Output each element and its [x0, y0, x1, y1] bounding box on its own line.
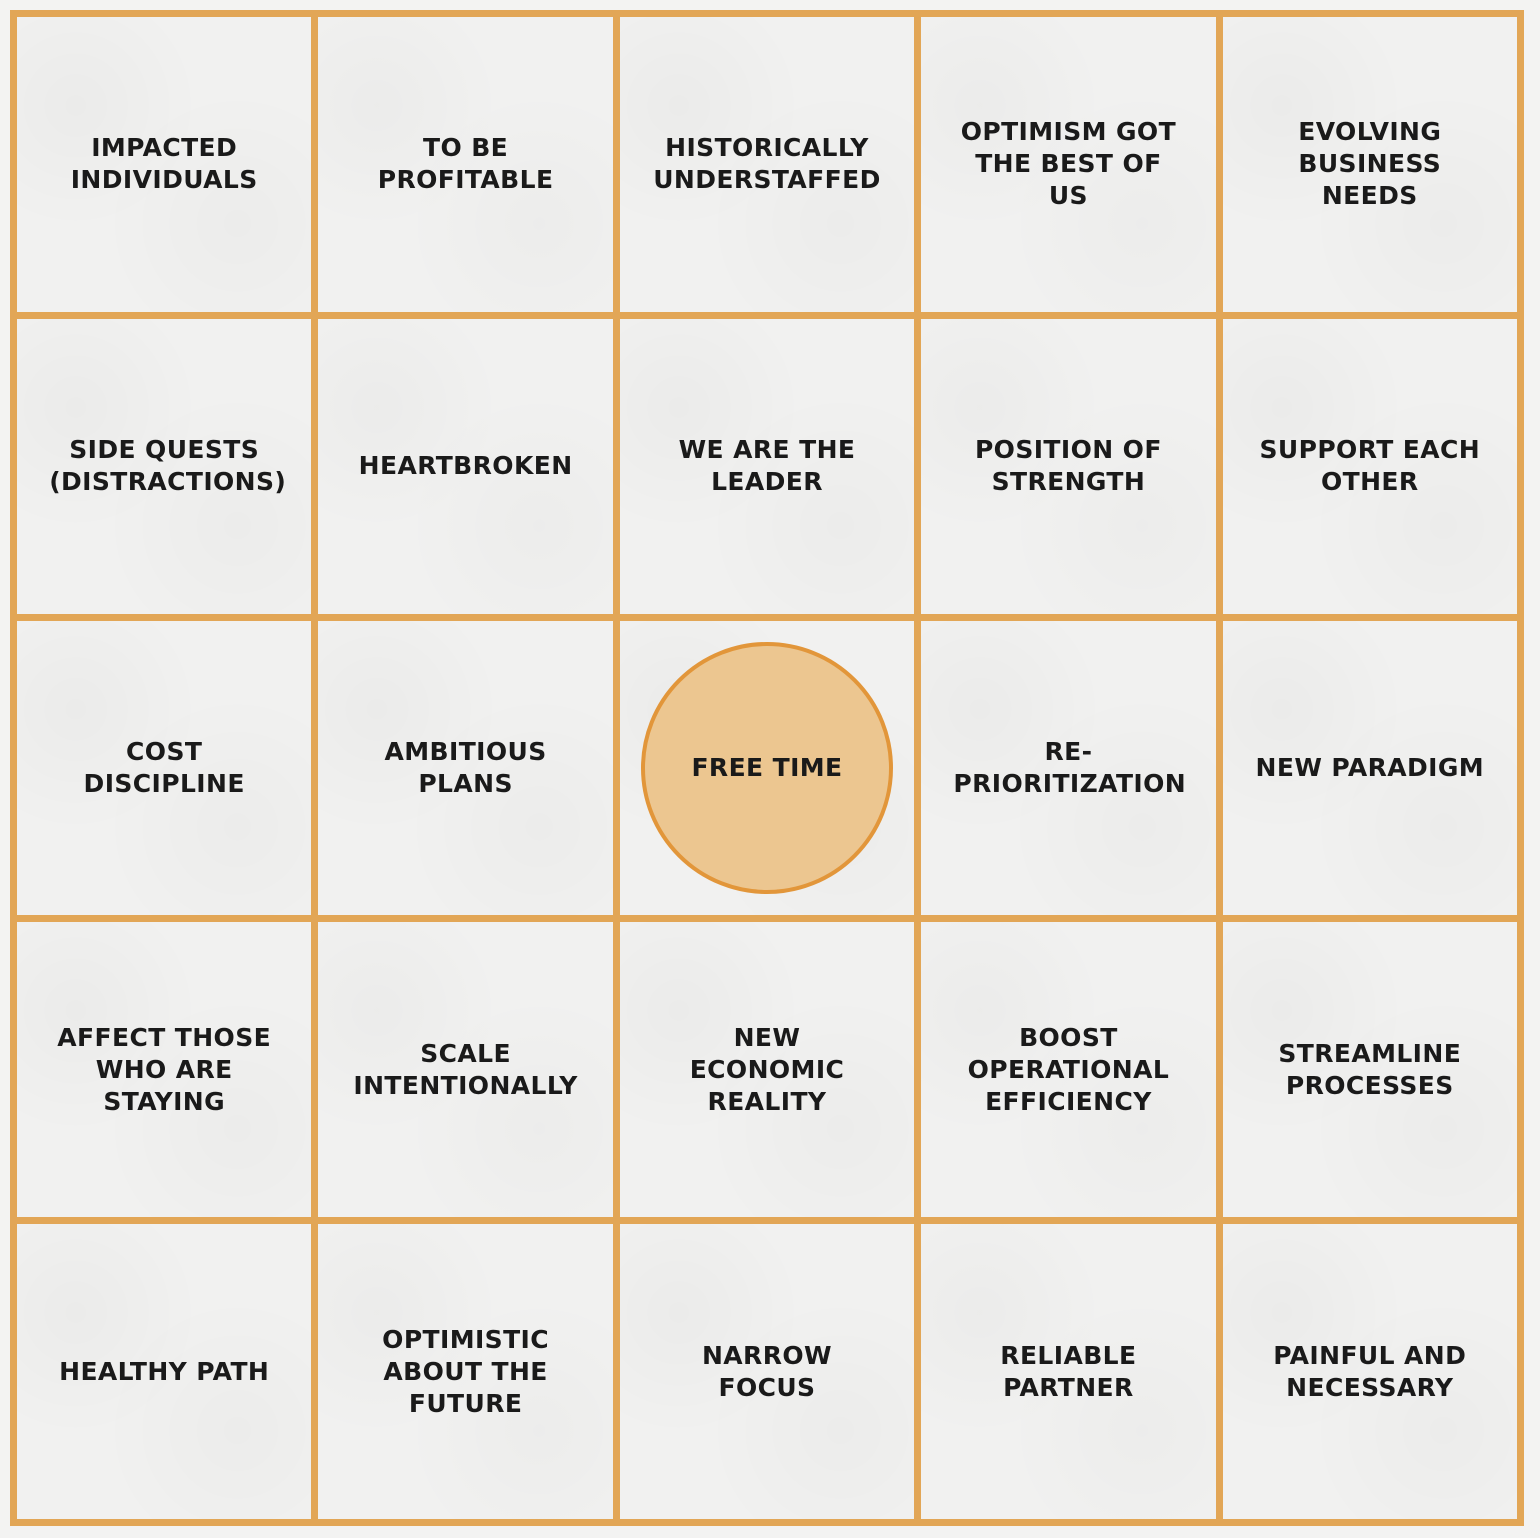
- bingo-cell-label: RELIABLE PARTNER: [1000, 1340, 1137, 1402]
- bingo-cell[interactable]: PAINFUL AND NECESSARY: [1222, 1224, 1517, 1519]
- bingo-cell-label: WE ARE THE LEADER: [678, 435, 856, 497]
- bingo-cell-label: POSITION OF STRENGTH: [974, 435, 1162, 497]
- bingo-cell[interactable]: STREAMLINE PROCESSES: [1222, 922, 1517, 1218]
- bingo-cell-label: AMBITIOUS PLANS: [384, 736, 547, 798]
- bingo-cell-label: HISTORICALLY UNDERSTAFFED: [653, 133, 881, 195]
- bingo-cell[interactable]: HEALTHY PATH: [17, 1224, 312, 1519]
- bingo-cell[interactable]: COST DISCIPLINE: [17, 620, 312, 916]
- bingo-board: IMPACTED INDIVIDUALS TO BE PROFITABLE HI…: [10, 10, 1524, 1526]
- bingo-cell[interactable]: RE-PRIORITIZATION: [921, 620, 1216, 916]
- bingo-cell[interactable]: SUPPORT EACH OTHER: [1222, 318, 1517, 614]
- bingo-cell[interactable]: NARROW FOCUS: [619, 1224, 915, 1519]
- bingo-cell[interactable]: WE ARE THE LEADER: [619, 318, 915, 614]
- bingo-cell-label: OPTIMISM GOT THE BEST OF US: [960, 117, 1177, 211]
- bingo-cell[interactable]: OPTIMISM GOT THE BEST OF US: [921, 17, 1216, 312]
- bingo-cell-label: AFFECT THOSE WHO ARE STAYING: [57, 1022, 272, 1116]
- bingo-cell[interactable]: AMBITIOUS PLANS: [318, 620, 613, 916]
- bingo-cell[interactable]: EVOLVING BUSINESS NEEDS: [1222, 17, 1517, 312]
- free-space-label: FREE TIME: [691, 752, 843, 782]
- bingo-cell-label: IMPACTED INDIVIDUALS: [70, 133, 258, 195]
- bingo-cell[interactable]: HISTORICALLY UNDERSTAFFED: [619, 17, 915, 312]
- bingo-cell-label: HEARTBROKEN: [358, 451, 573, 481]
- bingo-cell-label: NARROW FOCUS: [701, 1340, 832, 1402]
- bingo-cell-label: SCALE INTENTIONALLY: [353, 1038, 578, 1100]
- bingo-cell-label: SUPPORT EACH OTHER: [1259, 435, 1481, 497]
- bingo-cell-label: HEALTHY PATH: [59, 1356, 270, 1386]
- bingo-cell-label: OPTIMISTIC ABOUT THE FUTURE: [382, 1324, 549, 1418]
- bingo-cell-label: SIDE QUESTS (DISTRACTIONS): [49, 435, 287, 497]
- bingo-cell[interactable]: RELIABLE PARTNER: [921, 1224, 1216, 1519]
- bingo-cell[interactable]: SIDE QUESTS (DISTRACTIONS): [17, 318, 312, 614]
- bingo-cell-label: STREAMLINE PROCESSES: [1278, 1038, 1462, 1100]
- bingo-cell[interactable]: OPTIMISTIC ABOUT THE FUTURE: [318, 1224, 613, 1519]
- bingo-cell[interactable]: NEW ECONOMIC REALITY: [619, 922, 915, 1218]
- bingo-cell[interactable]: AFFECT THOSE WHO ARE STAYING: [17, 922, 312, 1218]
- bingo-cell[interactable]: TO BE PROFITABLE: [318, 17, 613, 312]
- bingo-cell-label: COST DISCIPLINE: [83, 736, 245, 798]
- bingo-cell[interactable]: IMPACTED INDIVIDUALS: [17, 17, 312, 312]
- bingo-cell[interactable]: HEARTBROKEN: [318, 318, 613, 614]
- bingo-cell-label: BOOST OPERATIONAL EFFICIENCY: [967, 1022, 1170, 1116]
- bingo-cell[interactable]: POSITION OF STRENGTH: [921, 318, 1216, 614]
- bingo-cell[interactable]: BOOST OPERATIONAL EFFICIENCY: [921, 922, 1216, 1218]
- bingo-cell-label: NEW ECONOMIC REALITY: [689, 1022, 845, 1116]
- bingo-cell[interactable]: SCALE INTENTIONALLY: [318, 922, 613, 1218]
- free-space-cell[interactable]: FREE TIME: [619, 620, 915, 916]
- bingo-cell[interactable]: NEW PARADIGM: [1222, 620, 1517, 916]
- bingo-cell-label: PAINFUL AND NECESSARY: [1273, 1340, 1467, 1402]
- bingo-cell-label: RE-PRIORITIZATION: [953, 736, 1187, 798]
- bingo-cell-label: EVOLVING BUSINESS NEEDS: [1298, 117, 1442, 211]
- bingo-cell-label: TO BE PROFITABLE: [377, 133, 554, 195]
- bingo-cell-label: NEW PARADIGM: [1255, 752, 1485, 782]
